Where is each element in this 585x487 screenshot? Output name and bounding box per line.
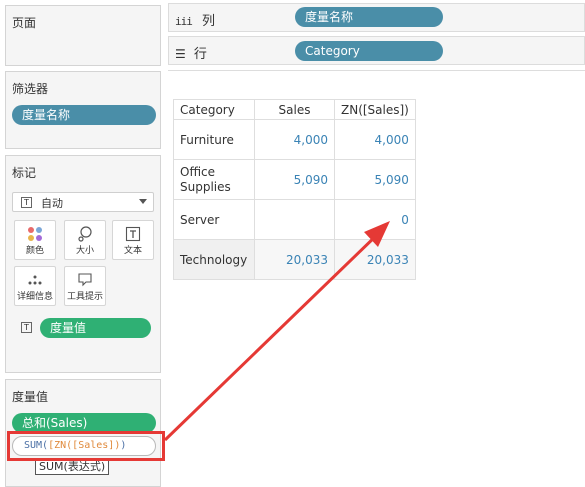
header-zn-sales[interactable]: ZN([Sales]) [334, 99, 416, 120]
filters-title: 筛选器 [12, 82, 49, 96]
crosstab-table: Category Sales ZN([Sales]) Furniture 4,0… [173, 99, 416, 280]
marks-measure-values-pill[interactable]: 度量值 [40, 318, 151, 338]
rows-icon: ☰ [175, 47, 186, 61]
chevron-down-icon[interactable] [139, 199, 147, 204]
annotation-highlight-box [7, 431, 165, 461]
columns-label: 列 [202, 14, 216, 29]
table-row: Technology 20,033 20,033 [173, 239, 416, 280]
measure-pill-sum-sales[interactable]: 总和(Sales) [12, 413, 156, 433]
rows-shelf-label: ☰ 行 [175, 43, 207, 62]
rows-pill-category[interactable]: Category [295, 41, 443, 61]
tooltip-icon [65, 271, 105, 289]
marks-text-button[interactable]: 文本 [112, 220, 154, 260]
cell-sales[interactable] [254, 199, 335, 240]
marks-panel: 标记 T 自动 颜色 大小 文本 详细信息 工具提示 T 度量值 [5, 155, 161, 373]
marks-size-label: 大小 [75, 246, 94, 256]
table-row: Furniture 4,000 4,000 [173, 119, 416, 160]
marks-tooltip-label: 工具提示 [66, 292, 103, 302]
text-mark-icon: T [21, 197, 32, 208]
table-row: Server 0 [173, 199, 416, 240]
row-header-category[interactable]: Office Supplies [173, 159, 255, 200]
measure-values-title: 度量值 [12, 390, 49, 404]
cell-zn-sales[interactable]: 4,000 [334, 119, 416, 160]
rows-label: 行 [193, 47, 207, 62]
marks-title: 标记 [12, 166, 37, 180]
columns-icon: iii [175, 15, 193, 28]
marks-detail-button[interactable]: 详细信息 [14, 266, 56, 306]
text-encoding-icon: T [21, 322, 32, 333]
color-icon [15, 225, 55, 243]
marks-tooltip-button[interactable]: 工具提示 [64, 266, 106, 306]
table-header-row: Category Sales ZN([Sales]) [173, 99, 416, 120]
rows-shelf: ☰ 行 Category [168, 36, 585, 65]
size-icon [65, 225, 105, 243]
marks-text-label: 文本 [123, 246, 142, 256]
mark-type-value: 自动 [41, 197, 63, 210]
columns-pill-measure-names[interactable]: 度量名称 [295, 7, 443, 27]
text-icon [113, 225, 153, 243]
columns-shelf-label: iii 列 [175, 10, 215, 29]
cell-zn-sales[interactable]: 5,090 [334, 159, 416, 200]
row-header-category[interactable]: Server [173, 199, 255, 240]
marks-detail-label: 详细信息 [16, 292, 53, 302]
pages-title: 页面 [12, 16, 37, 30]
marks-color-button[interactable]: 颜色 [14, 220, 56, 260]
pages-panel: 页面 [5, 5, 161, 66]
cell-zn-sales[interactable]: 0 [334, 199, 416, 240]
marks-size-button[interactable]: 大小 [64, 220, 106, 260]
table-row: Office Supplies 5,090 5,090 [173, 159, 416, 200]
marks-color-label: 颜色 [25, 246, 44, 256]
detail-icon [15, 271, 55, 289]
columns-shelf: iii 列 度量名称 [168, 3, 585, 32]
header-sales[interactable]: Sales [254, 99, 335, 120]
filters-panel: 筛选器 度量名称 [5, 71, 161, 149]
cell-sales[interactable]: 20,033 [254, 239, 335, 280]
filter-pill-measure-names[interactable]: 度量名称 [12, 105, 156, 125]
cell-zn-sales[interactable]: 20,033 [334, 239, 416, 280]
cell-sales[interactable]: 5,090 [254, 159, 335, 200]
row-header-category[interactable]: Technology [173, 239, 255, 280]
row-header-category[interactable]: Furniture [173, 119, 255, 160]
mark-type-dropdown[interactable]: T 自动 [12, 192, 154, 212]
header-category[interactable]: Category [173, 99, 255, 120]
cell-sales[interactable]: 4,000 [254, 119, 335, 160]
